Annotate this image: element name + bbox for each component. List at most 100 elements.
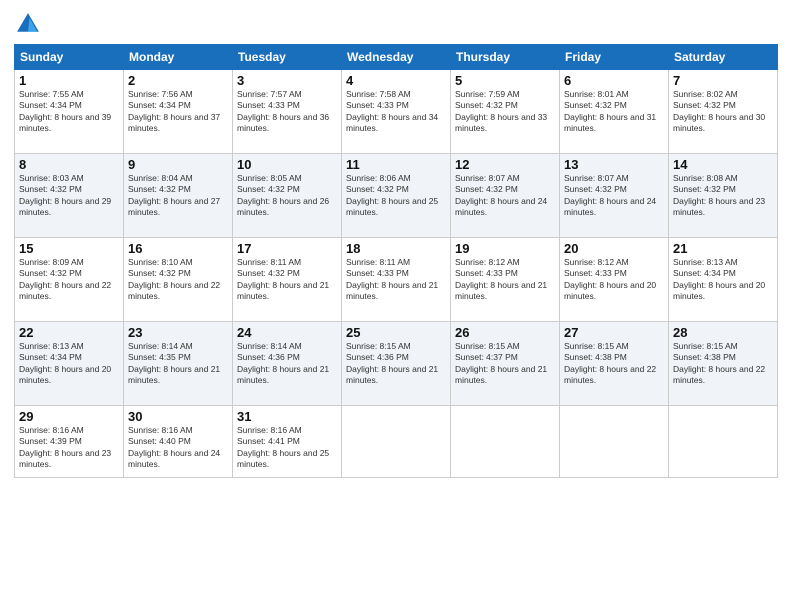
day-number: 1 — [19, 73, 119, 88]
day-number: 6 — [564, 73, 664, 88]
logo — [14, 10, 46, 38]
day-number: 11 — [346, 157, 446, 172]
calendar-cell: 21Sunrise: 8:13 AMSunset: 4:34 PMDayligh… — [669, 238, 778, 322]
day-number: 23 — [128, 325, 228, 340]
week-row-4: 22Sunrise: 8:13 AMSunset: 4:34 PMDayligh… — [15, 322, 778, 406]
day-number: 25 — [346, 325, 446, 340]
day-number: 12 — [455, 157, 555, 172]
day-number: 10 — [237, 157, 337, 172]
day-number: 4 — [346, 73, 446, 88]
day-number: 15 — [19, 241, 119, 256]
calendar-cell: 15Sunrise: 8:09 AMSunset: 4:32 PMDayligh… — [15, 238, 124, 322]
calendar-cell: 24Sunrise: 8:14 AMSunset: 4:36 PMDayligh… — [233, 322, 342, 406]
day-info: Sunrise: 8:03 AMSunset: 4:32 PMDaylight:… — [19, 173, 119, 219]
logo-icon — [14, 10, 42, 38]
day-info: Sunrise: 8:10 AMSunset: 4:32 PMDaylight:… — [128, 257, 228, 303]
day-number: 3 — [237, 73, 337, 88]
weekday-header-thursday: Thursday — [451, 45, 560, 70]
calendar-cell: 13Sunrise: 8:07 AMSunset: 4:32 PMDayligh… — [560, 154, 669, 238]
calendar-cell: 31Sunrise: 8:16 AMSunset: 4:41 PMDayligh… — [233, 406, 342, 478]
day-info: Sunrise: 8:13 AMSunset: 4:34 PMDaylight:… — [19, 341, 119, 387]
day-info: Sunrise: 8:09 AMSunset: 4:32 PMDaylight:… — [19, 257, 119, 303]
day-info: Sunrise: 8:11 AMSunset: 4:33 PMDaylight:… — [346, 257, 446, 303]
calendar-cell: 12Sunrise: 8:07 AMSunset: 4:32 PMDayligh… — [451, 154, 560, 238]
day-number: 18 — [346, 241, 446, 256]
calendar-cell: 19Sunrise: 8:12 AMSunset: 4:33 PMDayligh… — [451, 238, 560, 322]
day-number: 17 — [237, 241, 337, 256]
day-info: Sunrise: 8:11 AMSunset: 4:32 PMDaylight:… — [237, 257, 337, 303]
calendar-cell: 25Sunrise: 8:15 AMSunset: 4:36 PMDayligh… — [342, 322, 451, 406]
day-info: Sunrise: 8:15 AMSunset: 4:38 PMDaylight:… — [564, 341, 664, 387]
day-info: Sunrise: 8:14 AMSunset: 4:36 PMDaylight:… — [237, 341, 337, 387]
calendar-cell: 20Sunrise: 8:12 AMSunset: 4:33 PMDayligh… — [560, 238, 669, 322]
calendar-cell: 8Sunrise: 8:03 AMSunset: 4:32 PMDaylight… — [15, 154, 124, 238]
day-info: Sunrise: 8:05 AMSunset: 4:32 PMDaylight:… — [237, 173, 337, 219]
day-info: Sunrise: 8:13 AMSunset: 4:34 PMDaylight:… — [673, 257, 773, 303]
header — [14, 10, 778, 38]
day-info: Sunrise: 8:07 AMSunset: 4:32 PMDaylight:… — [455, 173, 555, 219]
calendar-cell: 18Sunrise: 8:11 AMSunset: 4:33 PMDayligh… — [342, 238, 451, 322]
weekday-header-monday: Monday — [124, 45, 233, 70]
day-number: 5 — [455, 73, 555, 88]
day-info: Sunrise: 7:56 AMSunset: 4:34 PMDaylight:… — [128, 89, 228, 135]
day-number: 28 — [673, 325, 773, 340]
day-info: Sunrise: 7:55 AMSunset: 4:34 PMDaylight:… — [19, 89, 119, 135]
day-number: 14 — [673, 157, 773, 172]
day-info: Sunrise: 8:04 AMSunset: 4:32 PMDaylight:… — [128, 173, 228, 219]
calendar-cell: 4Sunrise: 7:58 AMSunset: 4:33 PMDaylight… — [342, 70, 451, 154]
day-info: Sunrise: 8:12 AMSunset: 4:33 PMDaylight:… — [564, 257, 664, 303]
calendar-cell — [669, 406, 778, 478]
week-row-3: 15Sunrise: 8:09 AMSunset: 4:32 PMDayligh… — [15, 238, 778, 322]
day-number: 16 — [128, 241, 228, 256]
day-number: 29 — [19, 409, 119, 424]
day-number: 2 — [128, 73, 228, 88]
day-info: Sunrise: 7:58 AMSunset: 4:33 PMDaylight:… — [346, 89, 446, 135]
calendar-cell: 7Sunrise: 8:02 AMSunset: 4:32 PMDaylight… — [669, 70, 778, 154]
calendar-cell: 28Sunrise: 8:15 AMSunset: 4:38 PMDayligh… — [669, 322, 778, 406]
day-number: 26 — [455, 325, 555, 340]
weekday-header-tuesday: Tuesday — [233, 45, 342, 70]
day-number: 24 — [237, 325, 337, 340]
day-number: 19 — [455, 241, 555, 256]
calendar-cell — [451, 406, 560, 478]
calendar-cell: 14Sunrise: 8:08 AMSunset: 4:32 PMDayligh… — [669, 154, 778, 238]
day-info: Sunrise: 8:15 AMSunset: 4:38 PMDaylight:… — [673, 341, 773, 387]
day-info: Sunrise: 8:07 AMSunset: 4:32 PMDaylight:… — [564, 173, 664, 219]
calendar-cell: 1Sunrise: 7:55 AMSunset: 4:34 PMDaylight… — [15, 70, 124, 154]
calendar-cell: 17Sunrise: 8:11 AMSunset: 4:32 PMDayligh… — [233, 238, 342, 322]
day-info: Sunrise: 7:57 AMSunset: 4:33 PMDaylight:… — [237, 89, 337, 135]
day-number: 9 — [128, 157, 228, 172]
calendar-cell: 23Sunrise: 8:14 AMSunset: 4:35 PMDayligh… — [124, 322, 233, 406]
calendar-cell: 10Sunrise: 8:05 AMSunset: 4:32 PMDayligh… — [233, 154, 342, 238]
day-info: Sunrise: 8:15 AMSunset: 4:36 PMDaylight:… — [346, 341, 446, 387]
calendar-cell: 29Sunrise: 8:16 AMSunset: 4:39 PMDayligh… — [15, 406, 124, 478]
day-info: Sunrise: 8:01 AMSunset: 4:32 PMDaylight:… — [564, 89, 664, 135]
day-info: Sunrise: 8:15 AMSunset: 4:37 PMDaylight:… — [455, 341, 555, 387]
calendar-cell: 30Sunrise: 8:16 AMSunset: 4:40 PMDayligh… — [124, 406, 233, 478]
calendar-cell: 3Sunrise: 7:57 AMSunset: 4:33 PMDaylight… — [233, 70, 342, 154]
calendar-cell: 2Sunrise: 7:56 AMSunset: 4:34 PMDaylight… — [124, 70, 233, 154]
weekday-header-friday: Friday — [560, 45, 669, 70]
calendar-cell: 27Sunrise: 8:15 AMSunset: 4:38 PMDayligh… — [560, 322, 669, 406]
calendar-cell: 5Sunrise: 7:59 AMSunset: 4:32 PMDaylight… — [451, 70, 560, 154]
calendar-cell: 11Sunrise: 8:06 AMSunset: 4:32 PMDayligh… — [342, 154, 451, 238]
calendar-cell: 9Sunrise: 8:04 AMSunset: 4:32 PMDaylight… — [124, 154, 233, 238]
calendar-table: SundayMondayTuesdayWednesdayThursdayFrid… — [14, 44, 778, 478]
week-row-2: 8Sunrise: 8:03 AMSunset: 4:32 PMDaylight… — [15, 154, 778, 238]
day-info: Sunrise: 7:59 AMSunset: 4:32 PMDaylight:… — [455, 89, 555, 135]
day-number: 31 — [237, 409, 337, 424]
day-info: Sunrise: 8:02 AMSunset: 4:32 PMDaylight:… — [673, 89, 773, 135]
day-number: 21 — [673, 241, 773, 256]
weekday-header-saturday: Saturday — [669, 45, 778, 70]
day-number: 22 — [19, 325, 119, 340]
day-number: 7 — [673, 73, 773, 88]
day-number: 30 — [128, 409, 228, 424]
calendar-cell: 6Sunrise: 8:01 AMSunset: 4:32 PMDaylight… — [560, 70, 669, 154]
day-number: 20 — [564, 241, 664, 256]
day-number: 8 — [19, 157, 119, 172]
day-info: Sunrise: 8:16 AMSunset: 4:41 PMDaylight:… — [237, 425, 337, 471]
calendar-cell — [342, 406, 451, 478]
day-info: Sunrise: 8:16 AMSunset: 4:40 PMDaylight:… — [128, 425, 228, 471]
day-info: Sunrise: 8:12 AMSunset: 4:33 PMDaylight:… — [455, 257, 555, 303]
calendar-cell — [560, 406, 669, 478]
